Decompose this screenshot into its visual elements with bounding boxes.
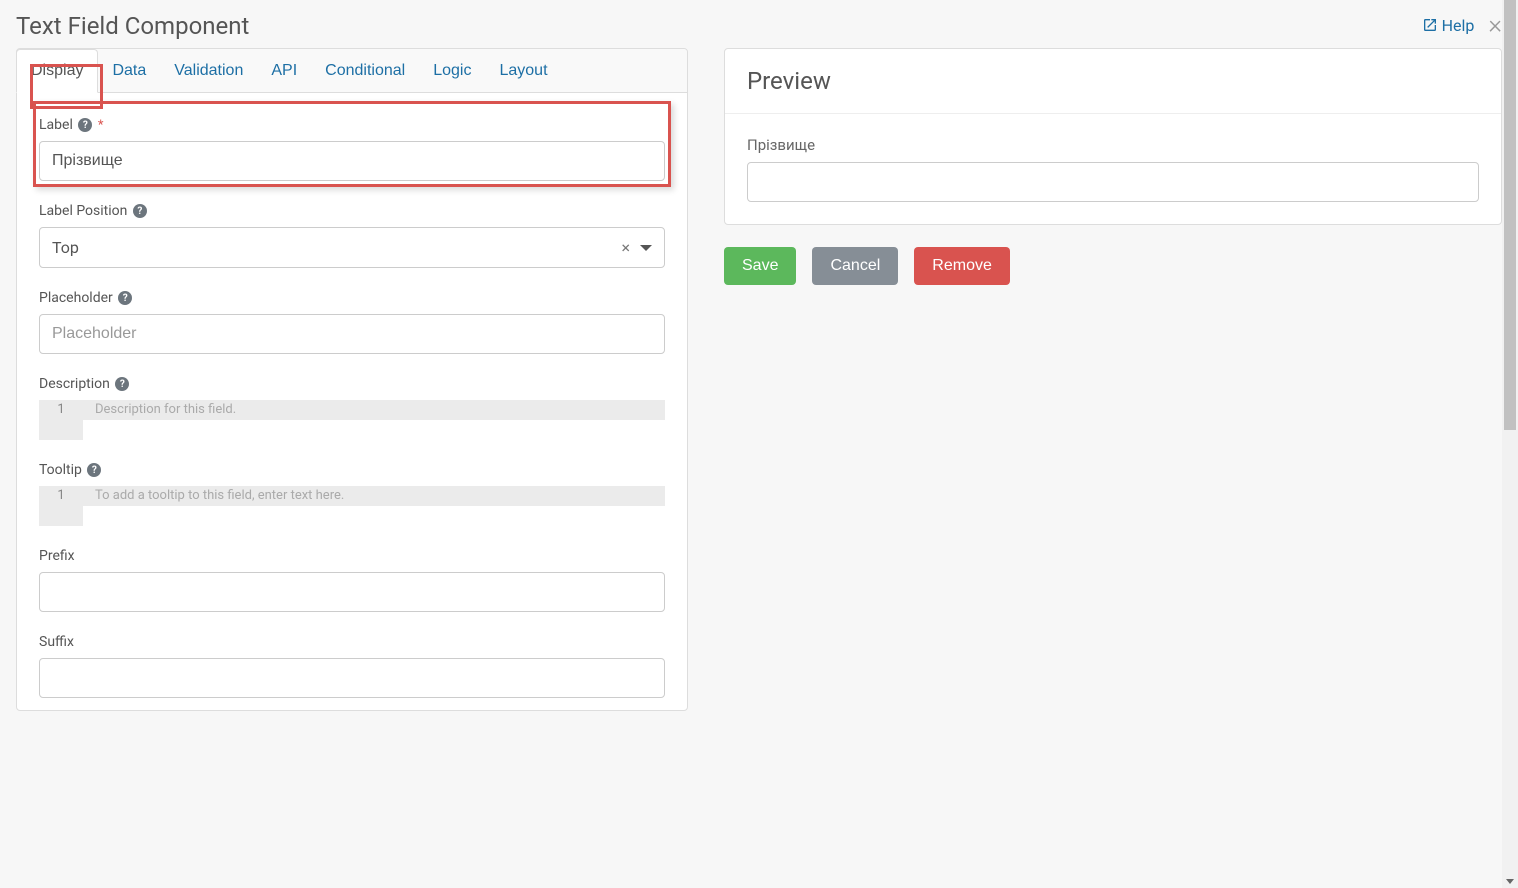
modal-header: Text Field Component Help × — [0, 0, 1518, 48]
line-content-blank — [83, 506, 665, 526]
scrollbar-track[interactable] — [1502, 0, 1518, 888]
prefix-input[interactable] — [39, 572, 665, 612]
header-right: Help × — [1422, 12, 1502, 38]
form-body: Label ? * Label Position ? Top — [17, 93, 687, 710]
preview-column: Preview Прізвище Save Cancel Remove — [724, 48, 1502, 711]
settings-panel: Display Data Validation API Conditional … — [16, 48, 688, 711]
tab-layout[interactable]: Layout — [485, 49, 561, 92]
save-button[interactable]: Save — [724, 247, 796, 285]
line-number-blank — [39, 506, 83, 526]
line-content: To add a tooltip to this field, enter te… — [83, 486, 665, 506]
description-label-text: Description — [39, 376, 110, 392]
tab-logic[interactable]: Logic — [419, 49, 485, 92]
preview-title: Preview — [747, 67, 1479, 95]
tab-validation[interactable]: Validation — [160, 49, 257, 92]
modal-title: Text Field Component — [16, 12, 249, 40]
placeholder-label-text: Placeholder — [39, 290, 113, 306]
help-icon[interactable]: ? — [115, 377, 129, 391]
help-icon[interactable]: ? — [87, 463, 101, 477]
code-line[interactable]: 1 Description for this field. — [39, 400, 665, 420]
scrollbar-thumb[interactable] — [1504, 0, 1516, 430]
tab-data[interactable]: Data — [98, 49, 160, 92]
suffix-input[interactable] — [39, 658, 665, 698]
component-modal: Text Field Component Help × Display Data… — [0, 0, 1518, 888]
line-number: 1 — [39, 486, 83, 506]
line-content: Description for this field. — [83, 400, 665, 420]
form-group-label-position: Label Position ? Top × — [39, 203, 665, 268]
suffix-label: Suffix — [39, 634, 665, 650]
tooltip-label: Tooltip ? — [39, 462, 665, 478]
preview-field-input[interactable] — [747, 162, 1479, 202]
help-icon[interactable]: ? — [133, 204, 147, 218]
label-position-select[interactable]: Top × — [39, 227, 665, 268]
placeholder-label: Placeholder ? — [39, 290, 665, 306]
action-buttons: Save Cancel Remove — [724, 247, 1502, 285]
code-line-blank[interactable] — [39, 506, 665, 526]
close-icon[interactable]: × — [1488, 12, 1502, 38]
tab-display[interactable]: Display — [16, 49, 98, 93]
settings-column: Display Data Validation API Conditional … — [16, 48, 688, 711]
form-group-description: Description ? 1 Description for this fie… — [39, 376, 665, 440]
form-group-suffix: Suffix — [39, 634, 665, 698]
preview-header: Preview — [725, 49, 1501, 114]
description-editor[interactable]: 1 Description for this field. — [39, 400, 665, 440]
tab-conditional[interactable]: Conditional — [311, 49, 419, 92]
form-group-placeholder: Placeholder ? — [39, 290, 665, 354]
new-window-icon — [1422, 17, 1438, 33]
label-position-label: Label Position ? — [39, 203, 665, 219]
help-icon[interactable]: ? — [78, 118, 92, 132]
label-position-value: Top — [52, 238, 79, 257]
cancel-button[interactable]: Cancel — [812, 247, 898, 285]
form-group-prefix: Prefix — [39, 548, 665, 612]
preview-panel: Preview Прізвище — [724, 48, 1502, 225]
placeholder-input[interactable] — [39, 314, 665, 354]
tab-api[interactable]: API — [257, 49, 311, 92]
code-line[interactable]: 1 To add a tooltip to this field, enter … — [39, 486, 665, 506]
select-clear-icon[interactable]: × — [621, 238, 630, 257]
label-input[interactable] — [39, 141, 665, 181]
prefix-label: Prefix — [39, 548, 665, 564]
line-number-blank — [39, 420, 83, 440]
tooltip-label-text: Tooltip — [39, 462, 82, 478]
line-number: 1 — [39, 400, 83, 420]
tooltip-editor[interactable]: 1 To add a tooltip to this field, enter … — [39, 486, 665, 526]
label-label: Label ? * — [39, 117, 665, 133]
code-line-blank[interactable] — [39, 420, 665, 440]
scrollbar-arrow-down-icon[interactable] — [1506, 879, 1514, 884]
help-link[interactable]: Help — [1422, 16, 1475, 35]
line-content-blank — [83, 420, 665, 440]
select-actions: × — [621, 238, 652, 257]
remove-button[interactable]: Remove — [914, 247, 1010, 285]
description-label: Description ? — [39, 376, 665, 392]
content-row: Display Data Validation API Conditional … — [0, 48, 1518, 727]
chevron-down-icon[interactable] — [640, 245, 652, 251]
help-icon[interactable]: ? — [118, 291, 132, 305]
required-star: * — [98, 118, 104, 133]
form-group-label: Label ? * — [39, 117, 665, 181]
label-label-text: Label — [39, 117, 73, 133]
help-label: Help — [1442, 16, 1475, 35]
preview-field-label: Прізвище — [747, 136, 1479, 154]
form-group-tooltip: Tooltip ? 1 To add a tooltip to this fie… — [39, 462, 665, 526]
preview-body: Прізвище — [725, 114, 1501, 224]
label-position-label-text: Label Position — [39, 203, 127, 219]
tabs: Display Data Validation API Conditional … — [17, 49, 687, 93]
